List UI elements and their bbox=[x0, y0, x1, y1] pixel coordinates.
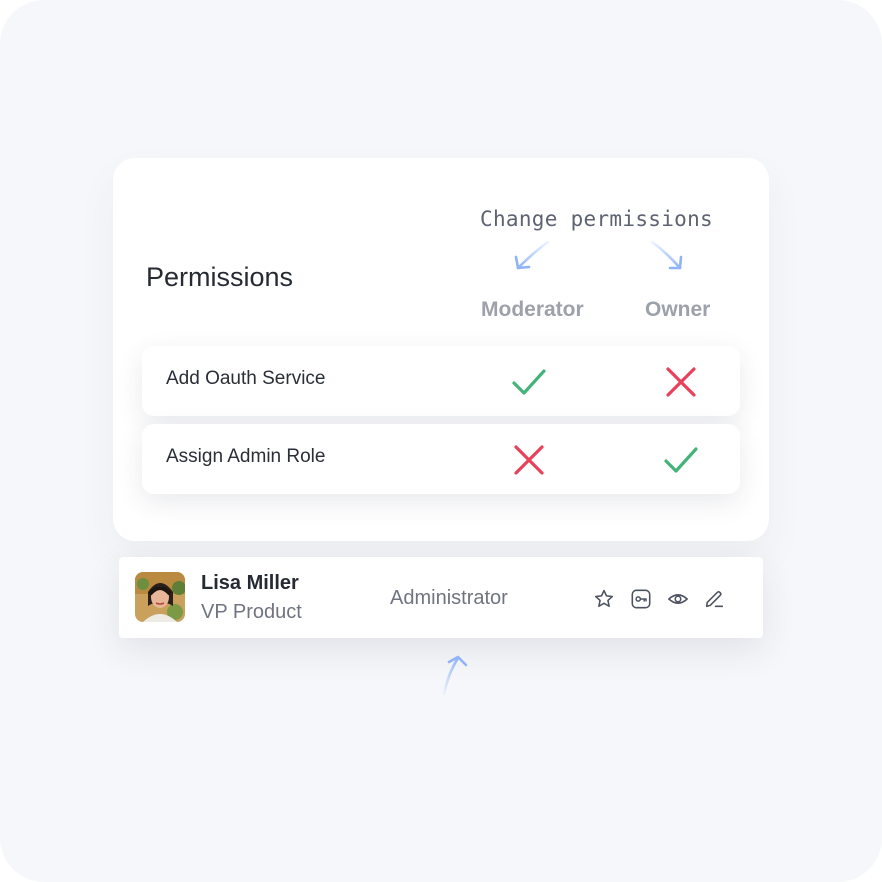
permission-row-assign-admin: Assign Admin Role bbox=[142, 424, 740, 494]
eye-icon[interactable] bbox=[667, 588, 689, 610]
arrow-to-user-icon bbox=[442, 655, 468, 696]
permissions-title: Permissions bbox=[146, 262, 294, 292]
arrow-to-owner-icon bbox=[650, 240, 683, 270]
key-icon[interactable] bbox=[630, 588, 652, 610]
star-icon[interactable] bbox=[593, 588, 615, 610]
arrow-to-moderator-icon bbox=[514, 240, 550, 270]
permission-row-add-oauth: Add Oauth Service bbox=[142, 346, 740, 416]
column-moderator: Moderator bbox=[481, 298, 584, 321]
user-title: VP Product bbox=[201, 601, 302, 623]
permission-label: Assign Admin Role bbox=[166, 446, 326, 467]
owner-check-icon[interactable] bbox=[664, 443, 698, 477]
column-owner: Owner bbox=[645, 298, 711, 321]
moderator-cross-icon[interactable] bbox=[512, 443, 546, 477]
moderator-check-icon[interactable] bbox=[512, 365, 546, 399]
owner-cross-icon[interactable] bbox=[664, 365, 698, 399]
user-row[interactable]: Lisa Miller VP Product Administrator bbox=[119, 557, 763, 638]
permission-label: Add Oauth Service bbox=[166, 368, 326, 389]
user-role: Administrator bbox=[390, 587, 508, 609]
avatar bbox=[135, 572, 185, 622]
change-permissions-annotation: Change permissions bbox=[480, 207, 713, 231]
edit-icon[interactable] bbox=[703, 588, 725, 610]
user-name: Lisa Miller bbox=[201, 572, 299, 594]
